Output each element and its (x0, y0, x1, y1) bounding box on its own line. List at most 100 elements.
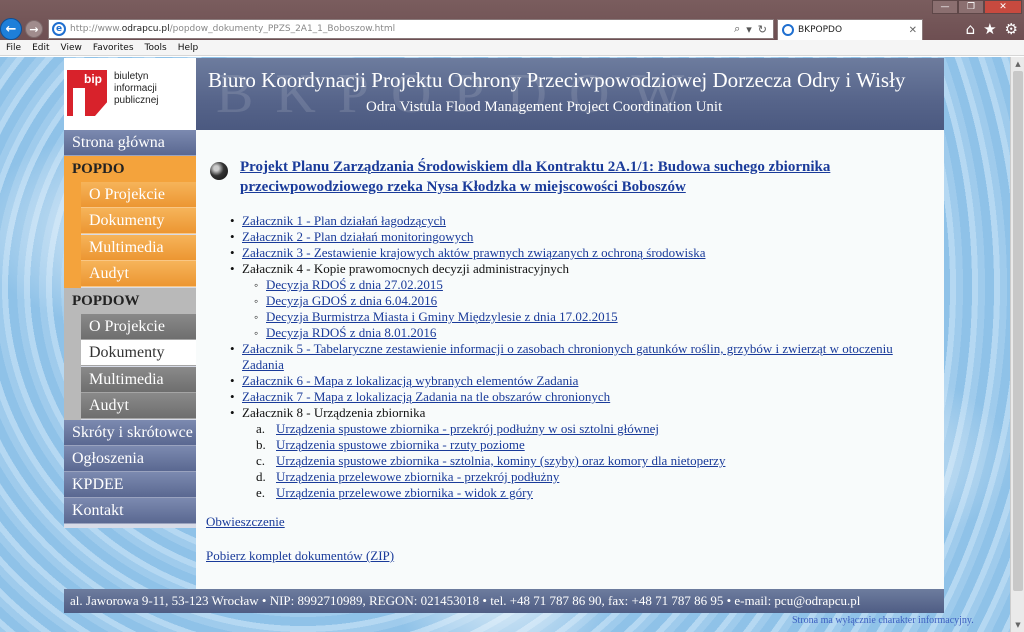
forward-arrow-icon[interactable]: → (25, 20, 43, 38)
bip-mark-icon: bip (67, 70, 107, 116)
bullet-globe-icon (210, 162, 228, 180)
list-item: Decyzja GDOŚ z dnia 6.04.2016 (252, 293, 930, 309)
bip-logo[interactable]: bip biuletyn informacji publicznej (67, 70, 193, 116)
page-heading-link[interactable]: Projekt Planu Zarządzania Środowiskiem d… (240, 157, 930, 197)
list-item: c. Urządzenia spustowe zbiornika - sztoln… (252, 453, 930, 469)
attachment-6-link[interactable]: Załacznik 6 - Mapa z lokalizacją wybrany… (242, 373, 578, 388)
decision-link[interactable]: Decyzja GDOŚ z dnia 6.04.2016 (266, 293, 437, 308)
nav-kontakt[interactable]: Kontakt (64, 498, 196, 524)
menu-view[interactable]: View (61, 43, 82, 53)
scroll-thumb[interactable] (1013, 71, 1023, 591)
list-item: Załacznik 2 - Plan działań monitoringowy… (230, 229, 930, 245)
minimize-icon[interactable]: — (932, 0, 958, 14)
site-subtitle: Odra Vistula Flood Management Project Co… (366, 99, 723, 115)
dropdown-icon[interactable]: ▾ (746, 23, 752, 36)
nav-ogloszenia[interactable]: Ogłoszenia (64, 446, 196, 472)
restore-icon[interactable]: ❐ (958, 0, 984, 14)
list-item: Załacznik 1 - Plan działań łagodzących (230, 213, 930, 229)
list-item: Załacznik 5 - Tabelaryczne zestawienie i… (230, 341, 930, 373)
attachment-7-link[interactable]: Załacznik 7 - Mapa z lokalizacją Zadania… (242, 389, 610, 404)
back-arrow-icon[interactable]: ← (0, 18, 22, 40)
attachment-4-label: Załacznik 4 - Kopie prawomocnych decyzji… (242, 261, 570, 276)
decision-link[interactable]: Decyzja RDOŚ z dnia 8.01.2016 (266, 325, 436, 340)
site-container: bip biuletyn informacji publicznej BKPOP… (64, 58, 974, 626)
bip-text: biuletyn informacji publicznej (114, 71, 159, 106)
nav-popdow-stripe (64, 314, 81, 420)
close-window-icon[interactable]: ✕ (984, 0, 1022, 14)
menu-favorites[interactable]: Favorites (93, 43, 134, 53)
attachment-5-link[interactable]: Załacznik 5 - Tabelaryczne zestawienie i… (242, 341, 893, 372)
list-marker: d. (256, 469, 266, 484)
nav-skroty[interactable]: Skróty i skrótowce (64, 420, 196, 446)
browser-tab[interactable]: BKPOPDO ✕ (777, 19, 923, 40)
home-icon[interactable]: ⌂ (966, 20, 976, 38)
list-marker: b. (256, 437, 266, 452)
menu-help[interactable]: Help (178, 43, 199, 53)
document-list: Załacznik 1 - Plan działań łagodzących Z… (230, 213, 930, 501)
scroll-up-icon[interactable]: ▲ (1012, 58, 1024, 70)
list-item: Załacznik 3 - Zestawienie krajowych aktó… (230, 245, 930, 261)
favorites-star-icon[interactable]: ★ (983, 20, 996, 38)
nav-popdo[interactable]: POPDO (64, 156, 196, 182)
nav-popdow-multimedia[interactable]: Multimedia (81, 367, 196, 393)
site-title: Biuro Koordynacji Projektu Ochrony Przec… (208, 68, 906, 92)
attachment-1-link[interactable]: Załacznik 1 - Plan działań łagodzących (242, 213, 446, 228)
decision-link[interactable]: Decyzja Burmistrza Miasta i Gminy Między… (266, 309, 618, 324)
attachment-2-link[interactable]: Załacznik 2 - Plan działań monitoringowy… (242, 229, 473, 244)
menu-file[interactable]: File (6, 43, 21, 53)
menu-tools[interactable]: Tools (145, 43, 167, 53)
attachment-8-sublist: a. Urządzenia spustowe zbiornika - przekr… (252, 421, 930, 501)
vertical-scrollbar[interactable]: ▲ ▼ (1010, 57, 1024, 632)
attachment-3-link[interactable]: Załacznik 3 - Zestawienie krajowych aktó… (242, 245, 705, 260)
scroll-down-icon[interactable]: ▼ (1012, 619, 1024, 631)
device-link[interactable]: Urządzenia przelewowe zbiornika - przekr… (276, 469, 559, 484)
list-item: Decyzja RDOŚ z dnia 27.02.2015 (252, 277, 930, 293)
obwieszczenie-link[interactable]: Obwieszczenie (206, 514, 285, 530)
tab-title: BKPOPDO (798, 25, 843, 35)
search-icon[interactable]: ⌕ (734, 22, 740, 36)
list-item: Załacznik 6 - Mapa z lokalizacją wybrany… (230, 373, 930, 389)
menu-edit[interactable]: Edit (32, 43, 49, 53)
device-link[interactable]: Urządzenia przelewowe zbiornika - widok … (276, 485, 533, 500)
nav-popdow-audyt[interactable]: Audyt (81, 393, 196, 419)
list-item: a. Urządzenia spustowe zbiornika - przekr… (252, 421, 930, 437)
device-link[interactable]: Urządzenia spustowe zbiornika - sztolnia… (276, 453, 725, 468)
tab-favicon-icon (782, 24, 794, 36)
disclaimer-text: Strona ma wyłącznie charakter informacyj… (792, 615, 974, 626)
decision-link[interactable]: Decyzja RDOŚ z dnia 27.02.2015 (266, 277, 443, 292)
list-item: e. Urządzenia przelewowe zbiornika - wido… (252, 485, 930, 501)
refresh-icon[interactable]: ↻ (758, 23, 767, 36)
list-item: b. Urządzenia spustowe zbiornika - rzuty … (252, 437, 930, 453)
device-link[interactable]: Urządzenia spustowe zbiornika - przekrój… (276, 421, 659, 436)
site-banner: BKPOPDOW Biuro Koordynacji Projektu Ochr… (196, 58, 944, 130)
list-marker: e. (256, 485, 266, 500)
list-item: Decyzja RDOŚ z dnia 8.01.2016 (252, 325, 930, 341)
site-footer: al. Jaworowa 9-11, 53-123 Wrocław • NIP:… (64, 589, 944, 613)
nav-popdow-dokumenty[interactable]: Dokumenty (81, 340, 196, 366)
settings-gear-icon[interactable]: ⚙ (1005, 20, 1018, 38)
list-item: Decyzja Burmistrza Miasta i Gminy Między… (252, 309, 930, 325)
nav-popdo-multimedia[interactable]: Multimedia (81, 235, 196, 261)
close-tab-icon[interactable]: ✕ (909, 25, 922, 36)
nav-popdo-audyt[interactable]: Audyt (81, 261, 196, 287)
list-item: Załacznik 4 - Kopie prawomocnych decyzji… (230, 261, 930, 341)
sidebar-nav: Strona główna POPDO O Projekcie Dokument… (64, 130, 196, 528)
bip-logo-box[interactable]: bip biuletyn informacji publicznej (64, 58, 196, 130)
nav-home[interactable]: Strona główna (64, 130, 196, 156)
address-bar[interactable]: e http://www.odrapcu.pl/popdow_dokumenty… (48, 19, 774, 39)
main-content: Projekt Planu Zarządzania Środowiskiem d… (196, 130, 944, 589)
url-text[interactable]: http://www.odrapcu.pl/popdow_dokumenty_P… (70, 24, 734, 34)
list-item: Załacznik 8 - Urządzenia zbiornika a. Urz… (230, 405, 930, 501)
attachment-4-sublist: Decyzja RDOŚ z dnia 27.02.2015 Decyzja G… (252, 277, 930, 341)
nav-kpdee[interactable]: KPDEE (64, 472, 196, 498)
list-item: d. Urządzenia przelewowe zbiornika - prze… (252, 469, 930, 485)
device-link[interactable]: Urządzenia spustowe zbiornika - rzuty po… (276, 437, 525, 452)
nav-popdow[interactable]: POPDOW (64, 288, 196, 314)
browser-chrome: ← → e http://www.odrapcu.pl/popdow_dokum… (0, 0, 1024, 40)
nav-popdo-o-projekcie[interactable]: O Projekcie (81, 182, 196, 208)
nav-popdo-dokumenty[interactable]: Dokumenty (81, 208, 196, 234)
ie-page-icon: e (52, 22, 66, 36)
nav-popdow-o-projekcie[interactable]: O Projekcie (81, 314, 196, 340)
download-zip-link[interactable]: Pobierz komplet dokumentów (ZIP) (206, 548, 394, 564)
page-viewport: bip biuletyn informacji publicznej BKPOP… (0, 57, 1010, 632)
